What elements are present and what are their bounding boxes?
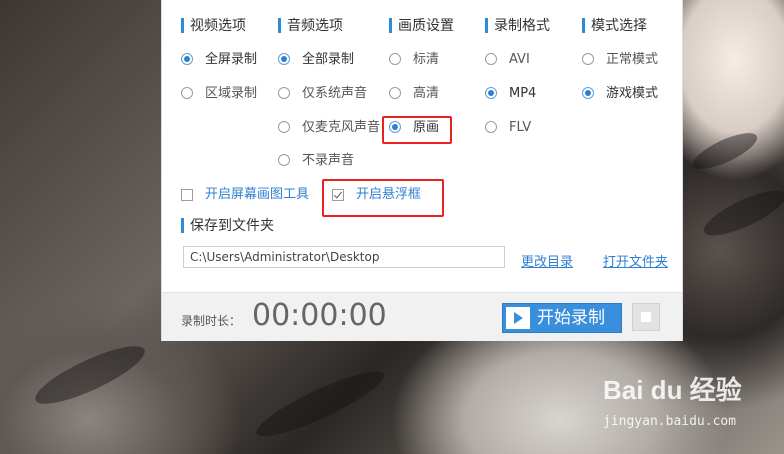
highlight-box-float (322, 179, 444, 217)
record-footer: 录制时长： 00:00:00 开始录制 (162, 292, 682, 341)
radio-empty-icon (278, 121, 290, 133)
background-photo-detail (250, 361, 390, 447)
video-options-title: 视频选项 (181, 17, 246, 35)
radio-label: 标清 (413, 52, 440, 67)
watermark-brand: Bai du 经验 (603, 375, 742, 405)
radio-empty-icon (181, 87, 193, 99)
checkbox-label: 开启屏幕画图工具 (205, 187, 310, 202)
radio-label: AVI (509, 52, 530, 67)
radio-label: 仅麦克风声音 (302, 120, 381, 135)
radio-label: 全屏录制 (205, 52, 258, 67)
highlight-box-quality (382, 116, 452, 144)
stop-icon[interactable] (632, 303, 660, 331)
background-photo-detail (29, 336, 151, 414)
background-photo-detail (698, 182, 784, 244)
save-path-input[interactable] (183, 246, 505, 268)
radio-format-avi[interactable]: AVI (485, 51, 530, 69)
watermark-url: jingyan.baidu.com (603, 414, 737, 429)
radio-label: 全部录制 (302, 52, 355, 67)
mode-select-title: 模式选择 (582, 17, 647, 35)
radio-label: 不录声音 (302, 153, 355, 168)
radio-mic-audio-only[interactable]: 仅麦克风声音 (278, 119, 380, 137)
radio-empty-icon (389, 87, 401, 99)
radio-quality-standard[interactable]: 标清 (389, 51, 439, 69)
start-record-label: 开始录制 (537, 308, 605, 328)
change-directory-link[interactable]: 更改目录 (521, 251, 573, 270)
radio-format-mp4[interactable]: MP4 (485, 85, 536, 103)
checkbox-unchecked-icon (181, 189, 193, 201)
radio-label: 高清 (413, 86, 440, 101)
radio-empty-icon (582, 53, 594, 65)
radio-label: 正常模式 (606, 52, 659, 67)
radio-system-audio-only[interactable]: 仅系统声音 (278, 85, 367, 103)
checkbox-screen-draw-tool[interactable]: 开启屏幕画图工具 (181, 186, 309, 204)
radio-region-record[interactable]: 区域录制 (181, 85, 257, 103)
radio-selected-icon (485, 87, 497, 99)
radio-format-flv[interactable]: FLV (485, 119, 531, 137)
radio-quality-hd[interactable]: 高清 (389, 85, 439, 103)
radio-selected-icon (278, 53, 290, 65)
radio-mode-normal[interactable]: 正常模式 (582, 51, 658, 69)
radio-empty-icon (389, 53, 401, 65)
recorder-settings-panel: 视频选项 音频选项 画质设置 录制格式 模式选择 全屏录制 区域录制 全部录制 … (161, 0, 683, 341)
record-timer: 00:00:00 (252, 298, 387, 333)
record-format-title: 录制格式 (485, 17, 550, 35)
background-photo-detail (688, 126, 762, 176)
radio-selected-icon (181, 53, 193, 65)
radio-no-audio[interactable]: 不录声音 (278, 152, 354, 170)
radio-label: 游戏模式 (606, 86, 659, 101)
radio-empty-icon (485, 121, 497, 133)
radio-label: 仅系统声音 (302, 86, 368, 101)
radio-fullscreen-record[interactable]: 全屏录制 (181, 51, 257, 69)
start-record-button[interactable]: 开始录制 (502, 303, 622, 333)
radio-selected-icon (582, 87, 594, 99)
radio-label: MP4 (509, 86, 537, 101)
radio-empty-icon (485, 53, 497, 65)
duration-label: 录制时长： (181, 314, 242, 328)
radio-empty-icon (278, 154, 290, 166)
save-folder-title: 保存到文件夹 (181, 217, 274, 235)
radio-record-all-audio[interactable]: 全部录制 (278, 51, 354, 69)
radio-label: 区域录制 (205, 86, 258, 101)
open-folder-link[interactable]: 打开文件夹 (603, 251, 668, 270)
audio-options-title: 音频选项 (278, 17, 343, 35)
play-icon (506, 307, 530, 329)
radio-empty-icon (278, 87, 290, 99)
radio-label: FLV (509, 120, 532, 135)
radio-mode-game[interactable]: 游戏模式 (582, 85, 658, 103)
quality-settings-title: 画质设置 (389, 17, 454, 35)
